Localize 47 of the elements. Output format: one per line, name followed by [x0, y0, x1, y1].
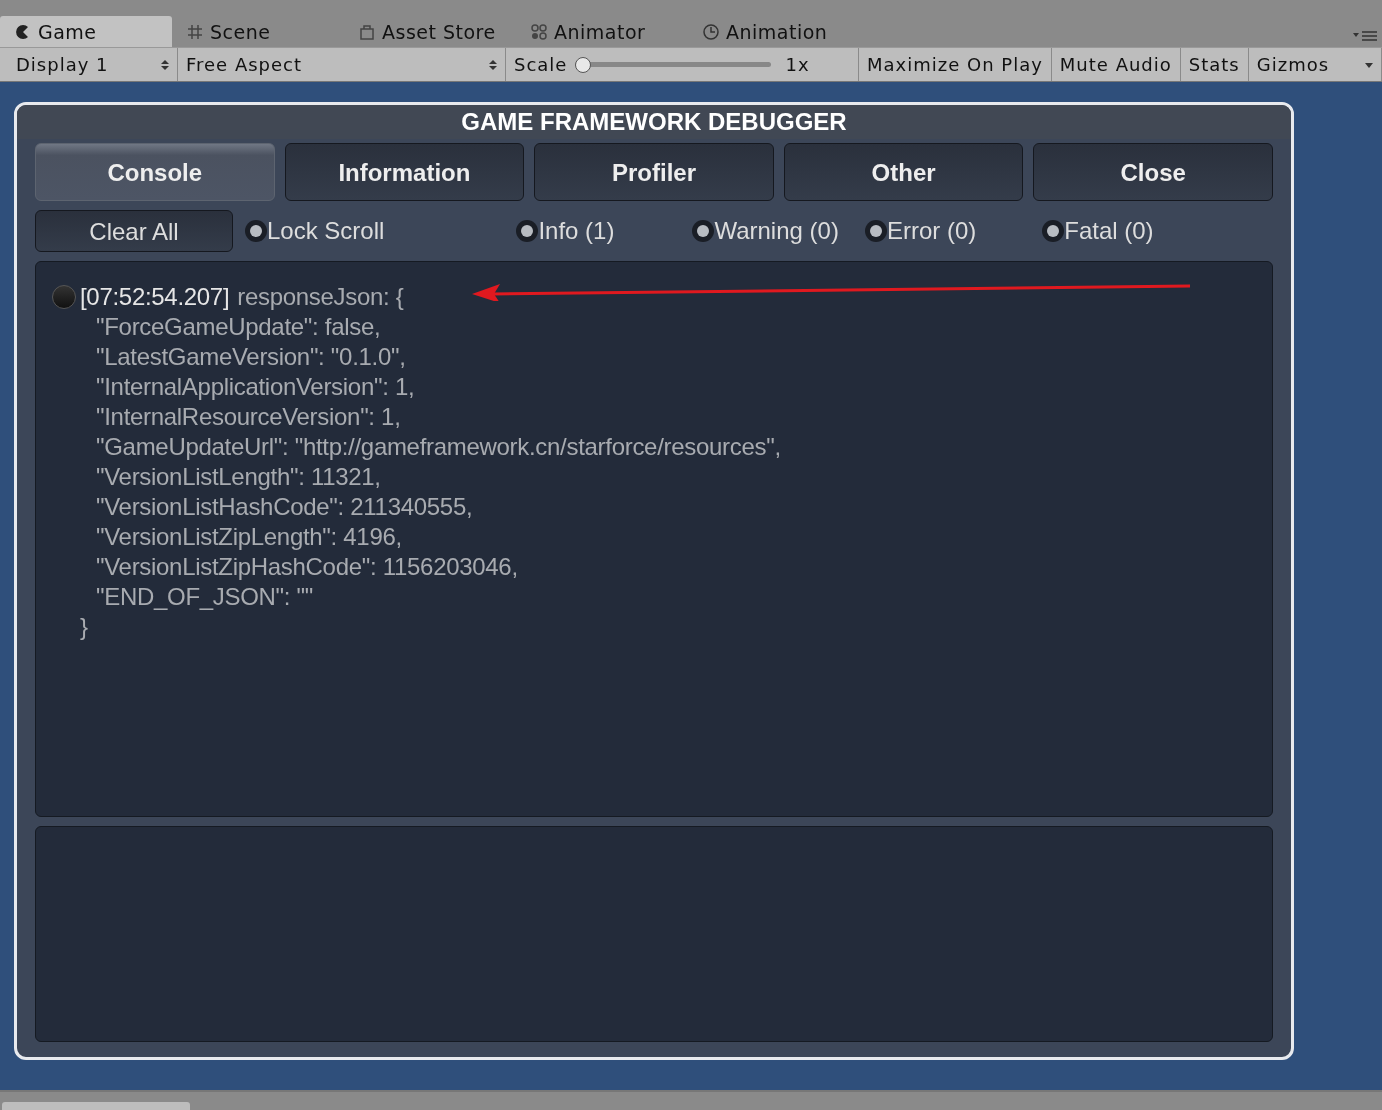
caret-icon — [489, 58, 497, 71]
editor-tab[interactable]: Game — [0, 16, 172, 47]
editor-tab[interactable]: Animation — [688, 16, 860, 47]
caret-icon — [161, 58, 169, 71]
menu-icon — [1352, 29, 1378, 41]
log-line: "InternalApplicationVersion": 1, — [95, 372, 416, 402]
log-line: "VersionListZipLength": 4196, — [95, 522, 403, 552]
nodes-icon — [530, 22, 548, 41]
toggle[interactable]: Lock Scroll — [245, 217, 385, 245]
toggle[interactable]: Info (1) — [516, 217, 615, 245]
clear-all-button[interactable]: Clear All — [35, 210, 233, 252]
tab-button[interactable]: Information — [284, 143, 525, 201]
log-line: "END_OF_JSON": "" — [95, 582, 315, 612]
editor-tab[interactable]: Asset Store — [344, 16, 516, 47]
toggle-button[interactable]: Maximize On Play — [859, 48, 1052, 81]
bag-icon — [358, 22, 376, 41]
clock-icon — [702, 22, 720, 41]
scale-slider[interactable] — [575, 56, 772, 73]
toggle-button[interactable]: Mute Audio — [1051, 48, 1181, 81]
dropdown[interactable]: Gizmos — [1248, 48, 1382, 81]
tab-button[interactable]: Other — [783, 143, 1024, 201]
log-line: "GameUpdateUrl": "http://gameframework.cn/starforce/resources", — [95, 432, 782, 462]
log-line: "InternalResourceVersion": 1, — [95, 402, 402, 432]
grid-icon — [186, 22, 204, 41]
log-line: "LatestGameVersion": "0.1.0", — [95, 342, 407, 372]
log-line: } — [79, 612, 89, 642]
tab-button[interactable]: Console — [35, 143, 275, 201]
dropdown[interactable]: Free Aspect — [178, 48, 506, 81]
dropdown[interactable]: Display 1 — [8, 48, 178, 81]
log-entry-icon[interactable] — [52, 285, 76, 309]
editor-tab[interactable]: Animator — [516, 16, 688, 47]
log-line: "VersionListZipHashCode": 1156203046, — [95, 552, 519, 582]
log-timestamp: [07:52:54.207] — [80, 282, 230, 312]
log-message: responseJson: { — [237, 282, 404, 312]
toggle[interactable]: Error (0) — [864, 217, 977, 245]
toggle[interactable]: Warning (0) — [692, 217, 839, 245]
log-line: "ForceGameUpdate": false, — [95, 312, 382, 342]
toggle-button[interactable]: Stats — [1180, 48, 1249, 81]
editor-tab[interactable]: Scene — [172, 16, 344, 47]
scale-label: Scale — [514, 54, 568, 75]
log-line: "VersionListLength": 11321, — [95, 462, 382, 492]
toggle[interactable]: Fatal (0) — [1042, 217, 1154, 245]
tab-button[interactable]: Profiler — [534, 143, 774, 201]
log-line: "VersionListHashCode": 211340555, — [95, 492, 474, 522]
tab-button[interactable]: Close — [1033, 143, 1273, 201]
scale-value: 1x — [785, 54, 810, 75]
window-title: GAME FRAMEWORK DEBUGGER — [17, 105, 1291, 139]
